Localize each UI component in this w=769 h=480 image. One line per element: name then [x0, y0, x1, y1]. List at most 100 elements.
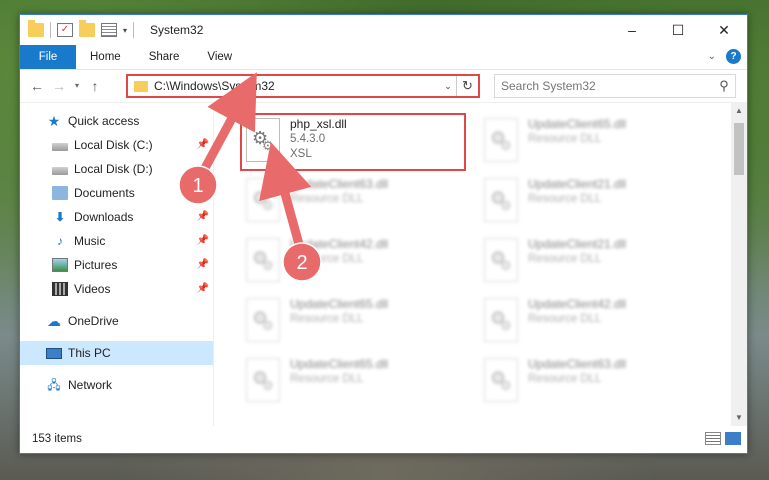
- pin-icon: 📌: [196, 235, 209, 246]
- file-name: UpdateClient65.dll: [290, 297, 389, 311]
- ribbon-right-controls: ⌄ ?: [708, 49, 741, 64]
- file-description: Resource DLL: [528, 193, 602, 205]
- expand-ribbon-icon[interactable]: ⌄: [708, 51, 716, 62]
- gear-icon: ⚙: [262, 378, 274, 393]
- divider: [50, 22, 51, 38]
- drive-icon: [52, 142, 68, 151]
- ribbon-tabs: File Home Share View ⌄ ?: [20, 45, 747, 69]
- address-row: ← → ▾ ↑ C:\Windows\System32 ⌄ ↻ ⚲: [20, 69, 747, 101]
- file-tile[interactable]: ⚙ ⚙ UpdateClient65.dll Resource DLL: [238, 355, 458, 405]
- search-box[interactable]: ⚲: [494, 74, 736, 98]
- pin-icon: 📌: [196, 139, 209, 150]
- item-count: 153 items: [32, 433, 82, 445]
- dll-file-icon: ⚙ ⚙: [484, 118, 518, 162]
- file-tile[interactable]: ⚙ ⚙ UpdateClient63.dll Resource DLL: [238, 175, 458, 225]
- dll-file-icon: ⚙ ⚙: [484, 178, 518, 222]
- pin-icon: 📌: [196, 283, 209, 294]
- file-name: UpdateClient65.dll: [290, 357, 389, 371]
- address-dropdown-icon[interactable]: ⌄: [440, 81, 456, 92]
- forward-arrow-icon[interactable]: →: [48, 78, 70, 94]
- large-icons-view-icon[interactable]: [725, 432, 741, 445]
- search-input[interactable]: [501, 79, 713, 93]
- nav-label: Local Disk (C:): [74, 138, 153, 152]
- nav-pictures[interactable]: Pictures 📌: [20, 253, 213, 277]
- minimize-button[interactable]: –: [609, 15, 655, 45]
- scroll-down-icon[interactable]: ▼: [731, 410, 747, 426]
- new-folder-icon[interactable]: [79, 20, 95, 37]
- gear-icon: ⚙: [262, 318, 274, 333]
- nav-label: Videos: [74, 282, 111, 296]
- file-name: UpdateClient21.dll: [528, 237, 627, 251]
- nav-label: Music: [74, 234, 106, 248]
- nav-label: OneDrive: [68, 314, 119, 328]
- highlight-box-file: [240, 113, 466, 171]
- back-arrow-icon[interactable]: ←: [26, 78, 48, 94]
- nav-documents[interactable]: Documents 📌: [20, 181, 213, 205]
- properties-icon[interactable]: [101, 23, 117, 37]
- up-arrow-icon[interactable]: ↑: [84, 78, 106, 94]
- file-tile[interactable]: ⚙ ⚙ UpdateClient21.dll Resource DLL: [476, 235, 696, 285]
- file-description: Resource DLL: [290, 253, 364, 265]
- file-description: Resource DLL: [290, 193, 364, 205]
- dll-file-icon: ⚙ ⚙: [246, 238, 280, 282]
- nav-downloads[interactable]: ⬇ Downloads 📌: [20, 205, 213, 229]
- quick-access-toolbar: ✓ ▾ System32: [20, 20, 204, 38]
- nav-label: Pictures: [74, 258, 118, 272]
- search-icon[interactable]: ⚲: [713, 78, 735, 94]
- scroll-up-icon[interactable]: ▲: [731, 103, 747, 119]
- help-icon[interactable]: ?: [726, 49, 741, 64]
- address-path[interactable]: C:\Windows\System32: [154, 79, 440, 93]
- file-tile[interactable]: ⚙ ⚙ UpdateClient42.dll Resource DLL: [238, 235, 458, 285]
- file-tile[interactable]: ⚙ ⚙ UpdateClient63.dll Resource DLL: [476, 355, 696, 405]
- nav-label: Quick access: [68, 114, 140, 128]
- scroll-thumb[interactable]: [734, 123, 744, 175]
- nav-local-disk-c[interactable]: Local Disk (C:) 📌: [20, 133, 213, 157]
- nav-this-pc[interactable]: This PC: [20, 341, 213, 365]
- vertical-scrollbar[interactable]: ▲ ▼: [731, 103, 747, 426]
- file-tile[interactable]: ⚙ ⚙ UpdateClient65.dll Resource DLL: [238, 295, 458, 345]
- dll-file-icon: ⚙ ⚙: [484, 358, 518, 402]
- tab-file[interactable]: File: [20, 45, 76, 69]
- maximize-button[interactable]: ☐: [655, 15, 701, 45]
- gear-icon: ⚙: [500, 138, 512, 153]
- gear-icon: ⚙: [500, 198, 512, 213]
- pin-icon: 📌: [196, 187, 209, 198]
- file-tile[interactable]: ⚙ ⚙ UpdateClient65.dll Resource DLL: [476, 115, 696, 165]
- nav-label: Downloads: [74, 210, 134, 224]
- nav-videos[interactable]: Videos 📌: [20, 277, 213, 301]
- refresh-icon[interactable]: ↻: [456, 76, 478, 96]
- file-name: UpdateClient63.dll: [290, 177, 389, 191]
- file-tile[interactable]: ⚙ ⚙ UpdateClient21.dll Resource DLL: [476, 175, 696, 225]
- gear-icon: ⚙: [262, 258, 274, 273]
- address-bar[interactable]: C:\Windows\System32 ⌄ ↻: [126, 74, 480, 98]
- videos-icon: [52, 282, 68, 296]
- nav-music[interactable]: ♪ Music 📌: [20, 229, 213, 253]
- star-icon: ★: [47, 113, 61, 129]
- nav-local-disk-d[interactable]: Local Disk (D:): [20, 157, 213, 181]
- nav-onedrive[interactable]: ☁ OneDrive: [20, 309, 213, 333]
- tab-home[interactable]: Home: [76, 45, 135, 69]
- pin-icon: 📌: [196, 211, 209, 222]
- window-title: System32: [150, 23, 204, 37]
- pictures-icon: [52, 258, 68, 272]
- divider: [133, 22, 135, 38]
- nav-label: Documents: [74, 186, 135, 200]
- recent-locations-dropdown-icon[interactable]: ▾: [70, 81, 84, 90]
- dll-file-icon: ⚙ ⚙: [246, 298, 280, 342]
- network-icon: 🖧: [47, 378, 61, 392]
- properties-check-icon[interactable]: ✓: [57, 23, 73, 37]
- tab-view[interactable]: View: [193, 45, 246, 69]
- close-button[interactable]: ✕: [701, 15, 747, 45]
- nav-quick-access[interactable]: ★ Quick access: [20, 109, 213, 133]
- drive-icon: [52, 166, 68, 175]
- customize-toolbar-dropdown-icon[interactable]: ▾: [123, 26, 127, 35]
- window-controls: – ☐ ✕: [609, 15, 747, 45]
- file-tile[interactable]: ⚙ ⚙ UpdateClient42.dll Resource DLL: [476, 295, 696, 345]
- details-view-icon[interactable]: [705, 432, 721, 445]
- file-description: Resource DLL: [528, 313, 602, 325]
- view-buttons: [705, 432, 741, 445]
- dll-file-icon: ⚙ ⚙: [246, 358, 280, 402]
- nav-network[interactable]: 🖧 Network: [20, 373, 213, 397]
- tab-share[interactable]: Share: [135, 45, 194, 69]
- folder-icon: [28, 20, 44, 37]
